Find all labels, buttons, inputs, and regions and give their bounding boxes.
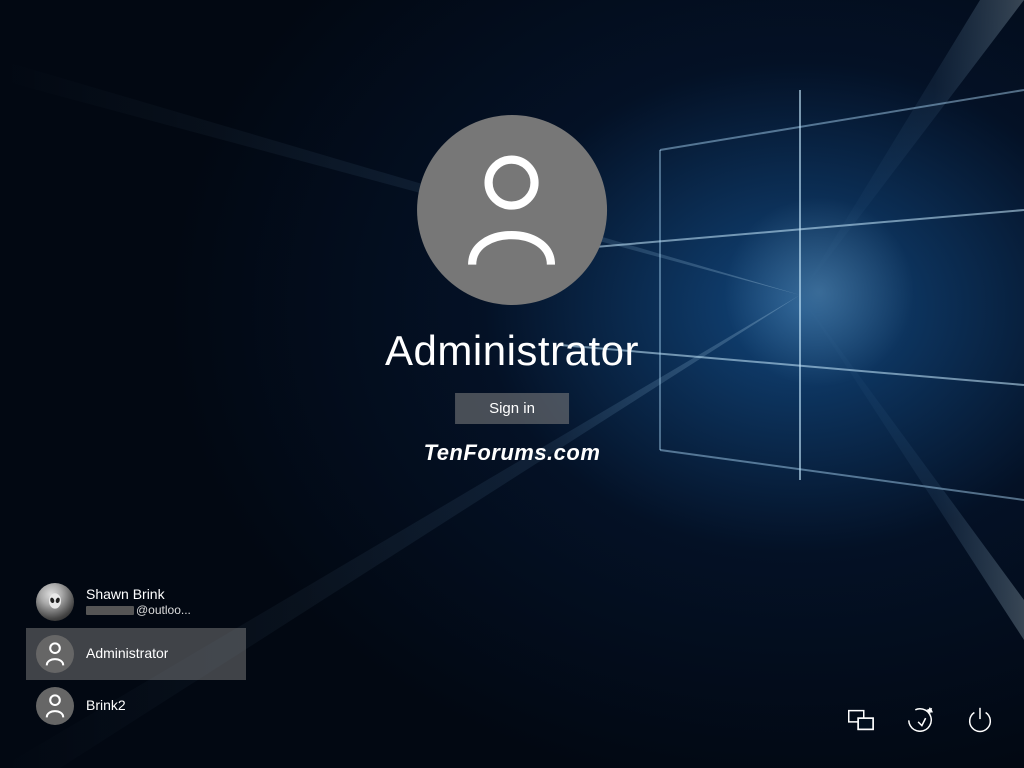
main-user-name: Administrator <box>385 327 639 375</box>
ease-of-access-button[interactable] <box>904 704 936 736</box>
user-account-list: Shawn Brink @outloo... Administrator <box>26 576 246 732</box>
main-user-avatar <box>417 115 607 305</box>
user-avatar-custom <box>36 583 74 621</box>
power-button[interactable] <box>964 704 996 736</box>
sign-in-button[interactable]: Sign in <box>455 393 569 424</box>
user-list-item-shawn-brink[interactable]: Shawn Brink @outloo... <box>26 576 246 628</box>
user-list-item-brink2[interactable]: Brink2 <box>26 680 246 732</box>
user-text-block: Brink2 <box>86 697 126 715</box>
user-name-label: Brink2 <box>86 697 126 715</box>
user-text-block: Administrator <box>86 645 168 663</box>
user-name-label: Administrator <box>86 645 168 663</box>
alien-avatar-icon <box>44 590 66 614</box>
user-name-label: Shawn Brink <box>86 586 191 604</box>
person-icon <box>44 642 66 666</box>
redacted-bar <box>86 606 134 615</box>
user-email-label: @outloo... <box>86 603 191 618</box>
network-icon <box>845 705 875 735</box>
login-controls <box>844 704 996 736</box>
person-icon <box>460 153 565 268</box>
user-list-item-administrator[interactable]: Administrator <box>26 628 246 680</box>
user-avatar-default <box>36 635 74 673</box>
person-icon <box>44 694 66 718</box>
user-avatar-default <box>36 687 74 725</box>
power-icon <box>965 705 995 735</box>
watermark-text: TenForums.com <box>424 440 601 466</box>
user-text-block: Shawn Brink @outloo... <box>86 586 191 619</box>
main-user-panel: Administrator Sign in TenForums.com <box>385 115 639 466</box>
ease-of-access-icon <box>905 705 935 735</box>
network-button[interactable] <box>844 704 876 736</box>
